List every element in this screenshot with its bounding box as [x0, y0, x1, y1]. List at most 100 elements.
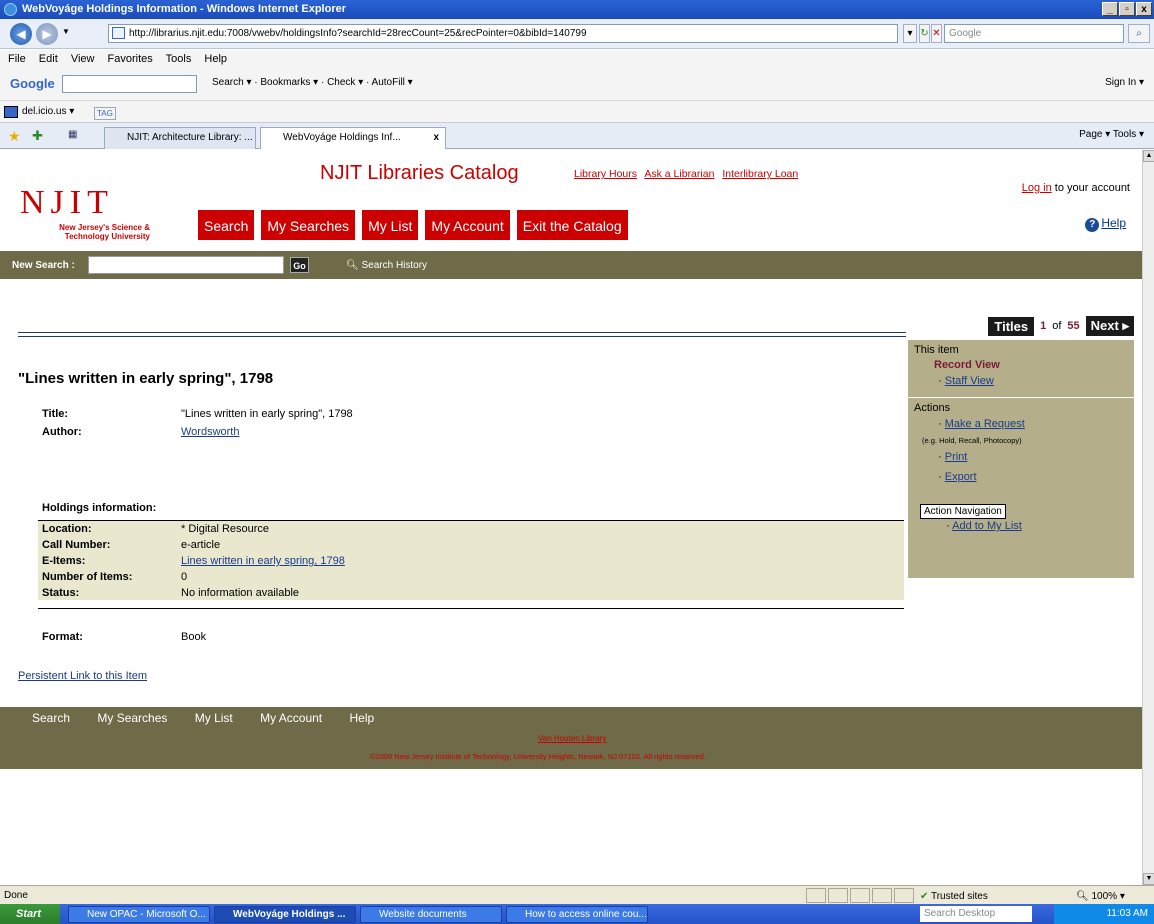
print-link[interactable]: Print: [945, 451, 968, 463]
help-link[interactable]: Help: [1101, 216, 1126, 230]
close-tab-icon[interactable]: x: [433, 128, 439, 148]
pager-current: 1: [1040, 320, 1047, 332]
delicious-menu[interactable]: del.icio.us ▾: [22, 106, 74, 117]
export-link[interactable]: Export: [945, 471, 977, 483]
menu-bar: File Edit View Favorites Tools Help: [0, 50, 1154, 68]
nav-my-searches[interactable]: My Searches: [261, 210, 356, 240]
login-link[interactable]: Log in: [1022, 182, 1052, 194]
page-viewport: NJIT Libraries Catalog Library Hours Ask…: [0, 150, 1142, 885]
menu-tools[interactable]: Tools: [166, 53, 192, 65]
ask-librarian-link[interactable]: Ask a Librarian: [644, 168, 714, 180]
format-value: Book: [181, 631, 207, 643]
menu-view[interactable]: View: [71, 53, 95, 65]
sign-in-button[interactable]: Sign In ▾: [1105, 77, 1144, 88]
quick-tabs-icon[interactable]: ▦: [68, 129, 77, 140]
e-item-link[interactable]: Lines written in early spring, 1798: [181, 555, 345, 567]
windows-taskbar: Start New OPAC - Microsoft O... WebVoyág…: [0, 904, 1154, 924]
persistent-link[interactable]: Persistent Link to this Item: [18, 670, 147, 682]
refresh-icon[interactable]: ↻: [919, 24, 930, 43]
footer-help-link[interactable]: Help: [349, 711, 374, 725]
next-button[interactable]: Next ▸: [1085, 316, 1134, 336]
search-history-link[interactable]: 🔍︎ Search History: [346, 260, 427, 271]
author-link[interactable]: Wordsworth: [181, 426, 239, 438]
address-dropdown-icon[interactable]: ▾: [903, 24, 917, 43]
footer-my-searches-link[interactable]: My Searches: [97, 711, 167, 725]
scroll-up-icon[interactable]: ▲: [1143, 150, 1154, 162]
task-label: How to access online cou...: [525, 909, 647, 920]
login-area: Log in to your account: [1022, 182, 1130, 194]
e-items-label: E-Items:: [42, 555, 86, 567]
this-item-heading: This item: [914, 344, 959, 356]
footer-my-account-link[interactable]: My Account: [260, 711, 322, 725]
new-search-input[interactable]: [88, 256, 284, 274]
task-website-documents[interactable]: Website documents: [360, 906, 502, 923]
back-arrow-icon[interactable]: ◀: [10, 23, 32, 45]
catalog-title: NJIT Libraries Catalog: [320, 162, 519, 184]
new-search-label: New Search :: [12, 260, 75, 271]
task-webvoyage[interactable]: WebVoyáge Holdings ...: [214, 906, 356, 923]
login-text: to your account: [1051, 182, 1130, 194]
magnifier-icon: 🔍︎: [346, 260, 362, 271]
menu-help[interactable]: Help: [204, 53, 227, 65]
footer-my-list-link[interactable]: My List: [195, 711, 233, 725]
search-history-label: Search History: [361, 260, 428, 271]
menu-file[interactable]: File: [8, 53, 26, 65]
forward-arrow-icon[interactable]: ▶: [36, 23, 58, 45]
help-area[interactable]: ? Help: [1085, 216, 1126, 232]
address-input[interactable]: http://librarius.njit.edu:7008/vwebv/hol…: [108, 24, 898, 43]
footer-links: Search My Searches My List My Account He…: [32, 711, 398, 725]
start-label: Start: [16, 908, 42, 920]
task-outlook[interactable]: New OPAC - Microsoft O...: [68, 906, 210, 923]
go-button[interactable]: Go: [290, 257, 309, 273]
van-houten-link[interactable]: Van Houten Library: [538, 734, 606, 743]
help-icon: ?: [1085, 218, 1100, 232]
author-label: Author:: [42, 426, 82, 438]
tab-label: WebVoyáge Holdings Inf...: [283, 132, 401, 143]
titles-button[interactable]: Titles: [988, 316, 1035, 336]
interlibrary-loan-link[interactable]: Interlibrary Loan: [722, 168, 798, 180]
library-hours-link[interactable]: Library Hours: [574, 168, 637, 180]
make-request-link[interactable]: Make a Request: [945, 418, 1025, 430]
close-window-button[interactable]: x: [1136, 2, 1152, 16]
nav-exit-catalog[interactable]: Exit the Catalog: [516, 210, 628, 240]
call-number-value: e-article: [181, 539, 221, 551]
google-search-input[interactable]: [62, 75, 197, 93]
staff-view-link[interactable]: Staff View: [945, 375, 994, 387]
add-favorite-icon[interactable]: ✚: [32, 128, 43, 144]
start-button[interactable]: Start: [0, 904, 60, 924]
maximize-button[interactable]: ▫: [1119, 2, 1135, 16]
stop-icon[interactable]: ✕: [931, 24, 942, 43]
task-label: WebVoyáge Holdings ...: [233, 909, 346, 920]
desktop-search-input[interactable]: Search Desktop: [920, 906, 1032, 922]
tab-webvoyage-holdings[interactable]: WebVoyáge Holdings Inf... x: [260, 127, 446, 149]
minimize-button[interactable]: _: [1102, 2, 1118, 16]
system-clock: 11:03 AM: [1054, 904, 1154, 924]
author-value: Wordsworth: [181, 426, 239, 438]
tab-njit-architecture[interactable]: NJIT: Architecture Library: ...: [104, 127, 256, 149]
vertical-scrollbar[interactable]: ▲ ▼: [1142, 150, 1154, 885]
page-icon: [112, 27, 125, 39]
add-to-list-link[interactable]: Add to My List: [952, 520, 1022, 532]
task-how-to-access[interactable]: How to access online cou...: [506, 906, 648, 923]
njit-logo: NJIT New Jersey's Science & Technology U…: [20, 186, 150, 242]
browser-search-input[interactable]: Google: [944, 24, 1124, 43]
menu-edit[interactable]: Edit: [39, 53, 58, 65]
divider: [18, 332, 906, 333]
holdings-heading: Holdings information:: [42, 502, 157, 514]
new-search-bar: New Search : Go 🔍︎ Search History: [0, 251, 1142, 279]
tag-button[interactable]: TAG: [94, 107, 116, 120]
title-label: Title:: [42, 408, 69, 420]
nav-my-list[interactable]: My List: [362, 210, 419, 240]
window-title: WebVoyáge Holdings Information - Windows…: [22, 3, 347, 15]
scroll-down-icon[interactable]: ▼: [1143, 873, 1154, 885]
favorites-star-icon[interactable]: ★: [8, 128, 21, 145]
nav-my-account[interactable]: My Account: [425, 210, 510, 240]
number-of-items-value: 0: [181, 571, 188, 583]
menu-favorites[interactable]: Favorites: [108, 53, 153, 65]
command-bar[interactable]: Page ▾ Tools ▾: [1079, 129, 1144, 140]
footer-search-link[interactable]: Search: [32, 711, 70, 725]
search-icon[interactable]: ⌕: [1128, 24, 1150, 43]
google-toolbar-buttons[interactable]: Search ▾ · Bookmarks ▾ · Check ▾ · AutoF…: [212, 77, 413, 88]
history-dropdown-icon[interactable]: ▼: [62, 27, 70, 36]
nav-search[interactable]: Search: [198, 210, 255, 240]
